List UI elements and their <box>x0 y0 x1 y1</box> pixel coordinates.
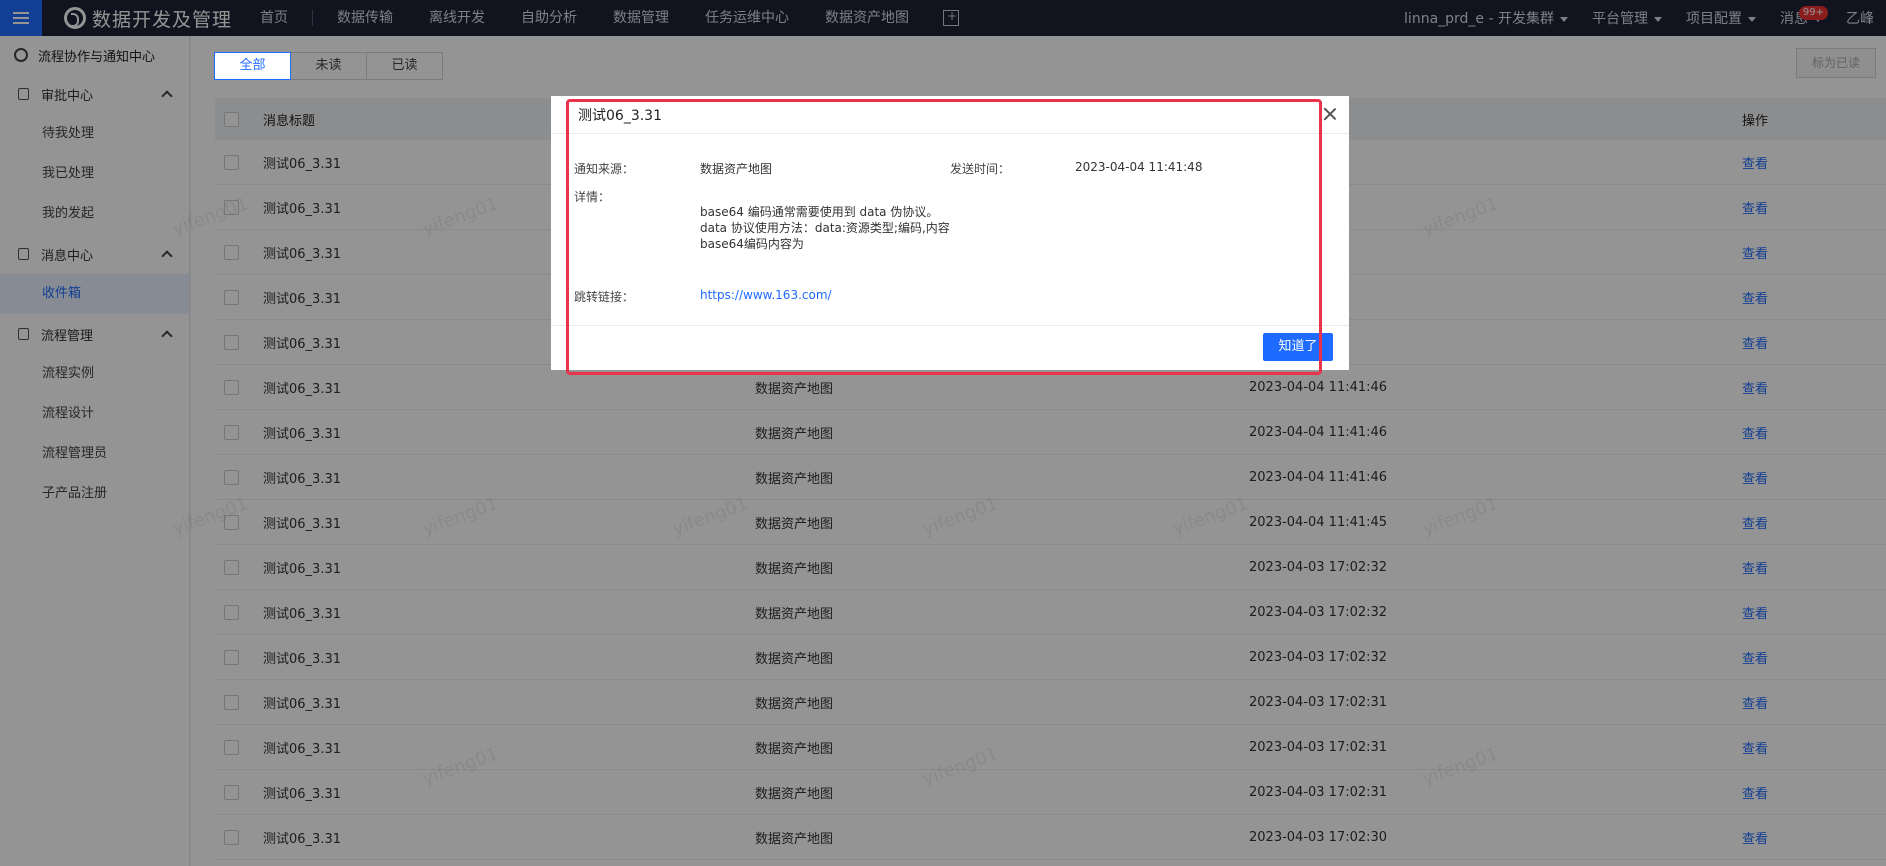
detail-line: base64编码内容为 <box>700 237 804 251</box>
dialog-body: 通知来源： 数据资产地图 发送时间： 2023-04-04 11:41:48 详… <box>551 134 1349 326</box>
detail-content: base64 编码通常需要使用到 data 伪协议。 data 协议使用方法：d… <box>700 204 950 252</box>
detail-line: data 协议使用方法：data:资源类型;编码,内容 <box>700 221 950 235</box>
detail-label: 详情： <box>574 190 611 204</box>
dialog-title: 测试06_3.31 <box>578 107 662 124</box>
send-time-value: 2023-04-04 11:41:48 <box>1075 160 1203 174</box>
close-icon[interactable] <box>1323 107 1337 121</box>
message-detail-dialog: 测试06_3.31 通知来源： 数据资产地图 发送时间： 2023-04-04 … <box>551 96 1349 370</box>
tab-all[interactable]: 全部 <box>214 52 291 80</box>
source-label: 通知来源： <box>574 162 635 176</box>
link-label: 跳转链接： <box>574 290 635 304</box>
got-it-button[interactable]: 知道了 <box>1263 333 1333 361</box>
dialog-header: 测试06_3.31 <box>551 96 1349 134</box>
jump-link[interactable]: https://www.163.com/ <box>700 288 832 302</box>
send-time-label: 发送时间： <box>950 162 1011 176</box>
detail-line: base64 编码通常需要使用到 data 伪协议。 <box>700 205 939 219</box>
source-value: 数据资产地图 <box>700 162 773 176</box>
